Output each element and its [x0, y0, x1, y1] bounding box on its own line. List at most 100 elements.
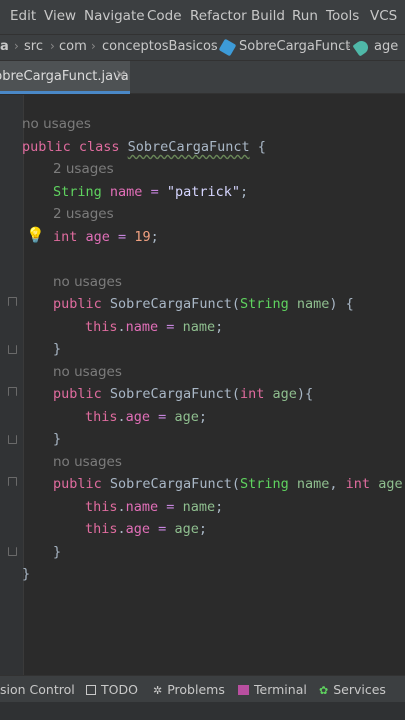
code-line: this.age = age; — [85, 521, 207, 537]
breadcrumb: a › src › com › conceptosBasicos › Sobre… — [0, 34, 405, 60]
code-token: this — [85, 409, 118, 425]
code-token: = — [109, 229, 135, 245]
tab-sobrecargafunct[interactable]: SobreCargaFunct.java × — [0, 61, 130, 94]
code-token: age — [174, 521, 199, 537]
menu-navigate[interactable]: Navigate — [84, 8, 145, 24]
menu-edit[interactable]: Edit — [10, 8, 36, 24]
services-button[interactable]: ✿ Services — [319, 682, 386, 697]
terminal-icon — [238, 685, 249, 695]
todo-label: TODO — [101, 682, 138, 697]
usage-hint[interactable]: no usages — [53, 454, 122, 470]
code-editor[interactable]: no usages public class SobreCargaFunct {… — [0, 95, 405, 675]
usage-hint[interactable]: no usages — [22, 116, 91, 132]
code-token: age — [174, 409, 199, 425]
fold-marker-icon[interactable] — [8, 387, 17, 396]
code-line: } — [53, 431, 62, 447]
tool-window-bar: sion Control TODO ✲ Problems Terminal ✿ Se… — [0, 675, 405, 702]
code-line: public class SobreCargaFunct { — [22, 139, 266, 155]
code-token: SobreCargaFunct( — [101, 476, 240, 492]
code-token: name — [296, 476, 330, 492]
code-token: String — [239, 296, 289, 312]
code-line: String name = "patrick"; — [53, 184, 248, 200]
code-token: ) { — [329, 296, 354, 312]
lightbulb-icon[interactable]: 💡 — [26, 226, 45, 244]
class-icon — [218, 38, 237, 57]
code-token: name — [125, 499, 159, 515]
usage-hint[interactable]: 2 usages — [53, 161, 114, 177]
code-line: } — [22, 566, 31, 582]
code-token: ; — [215, 499, 224, 515]
menu-tools[interactable]: Tools — [326, 8, 359, 24]
breadcrumb-com[interactable]: com — [59, 39, 87, 54]
code-token: SobreCargaFunct( — [101, 296, 240, 312]
code-token: public — [53, 296, 102, 312]
code-token: = — [150, 409, 175, 425]
menu-build[interactable]: Build — [251, 8, 285, 24]
code-token: = — [142, 184, 167, 200]
code-token: this — [85, 319, 118, 335]
breadcrumb-project[interactable]: a — [0, 39, 9, 54]
todo-button[interactable]: TODO — [86, 682, 138, 697]
menu-bar: Edit View Navigate Code Refactor Build R… — [0, 0, 405, 34]
menu-view[interactable]: View — [44, 8, 76, 24]
code-token: SobreCargaFunct — [127, 139, 250, 155]
code-token: age — [378, 476, 403, 492]
code-token: String — [239, 476, 289, 492]
breadcrumb-class[interactable]: SobreCargaFunct — [239, 39, 350, 54]
code-token: name — [109, 184, 143, 200]
version-control-label: sion Control — [0, 682, 75, 697]
code-token: int — [239, 386, 265, 402]
code-token: ){ — [296, 386, 314, 402]
code-token: = — [158, 319, 183, 335]
usage-hint[interactable]: no usages — [53, 364, 122, 380]
fold-marker-icon[interactable] — [8, 297, 17, 306]
fold-marker-icon[interactable] — [8, 477, 17, 486]
code-token: SobreCargaFunct( — [101, 386, 240, 402]
problems-icon: ✲ — [153, 684, 163, 697]
breadcrumb-package[interactable]: conceptosBasicos — [102, 39, 218, 54]
code-token: this — [85, 499, 118, 515]
code-line: } — [53, 341, 62, 357]
services-label: Services — [333, 682, 386, 697]
code-token: ; — [198, 409, 207, 425]
fold-marker-icon[interactable] — [8, 547, 17, 556]
fold-marker-icon[interactable] — [8, 435, 17, 444]
code-token: . — [117, 521, 126, 537]
code-token: ; — [239, 184, 249, 200]
fold-marker-icon[interactable] — [8, 345, 17, 354]
code-token: int — [53, 229, 78, 245]
version-control-button[interactable]: sion Control — [0, 682, 75, 697]
terminal-button[interactable]: Terminal — [238, 682, 307, 697]
problems-button[interactable]: ✲ Problems — [153, 682, 225, 697]
close-icon[interactable]: × — [115, 67, 127, 83]
code-token: public — [53, 476, 102, 492]
code-token: age — [85, 229, 110, 245]
code-token: , — [329, 476, 346, 492]
code-line: public SobreCargaFunct(String name) { — [53, 296, 354, 312]
services-icon: ✿ — [319, 684, 329, 697]
problems-label: Problems — [167, 682, 225, 697]
breadcrumb-src[interactable]: src — [24, 39, 43, 54]
code-token: = — [158, 499, 183, 515]
code-line: public SobreCargaFunct(int age){ — [53, 386, 313, 402]
code-token: . — [117, 319, 126, 335]
breadcrumb-field[interactable]: age — [374, 39, 398, 54]
menu-vcs[interactable]: VCS — [370, 8, 397, 24]
code-token: name — [182, 499, 216, 515]
tab-label: SobreCargaFunct.java — [0, 69, 129, 84]
menu-run[interactable]: Run — [292, 8, 318, 24]
code-token: . — [117, 499, 126, 515]
menu-refactor[interactable]: Refactor — [190, 8, 247, 24]
code-line: this.age = age; — [85, 409, 207, 425]
code-token: . — [117, 409, 126, 425]
breadcrumb-separator-icon: › — [211, 39, 216, 53]
usage-hint[interactable]: no usages — [53, 274, 122, 290]
breadcrumb-separator-icon: › — [346, 39, 351, 53]
breadcrumb-separator-icon: › — [91, 39, 96, 53]
usage-hint[interactable]: 2 usages — [53, 206, 114, 222]
menu-code[interactable]: Code — [147, 8, 182, 24]
field-icon — [352, 38, 371, 57]
code-token: = — [150, 521, 175, 537]
code-token: 19 — [134, 229, 151, 245]
todo-icon — [86, 685, 96, 695]
